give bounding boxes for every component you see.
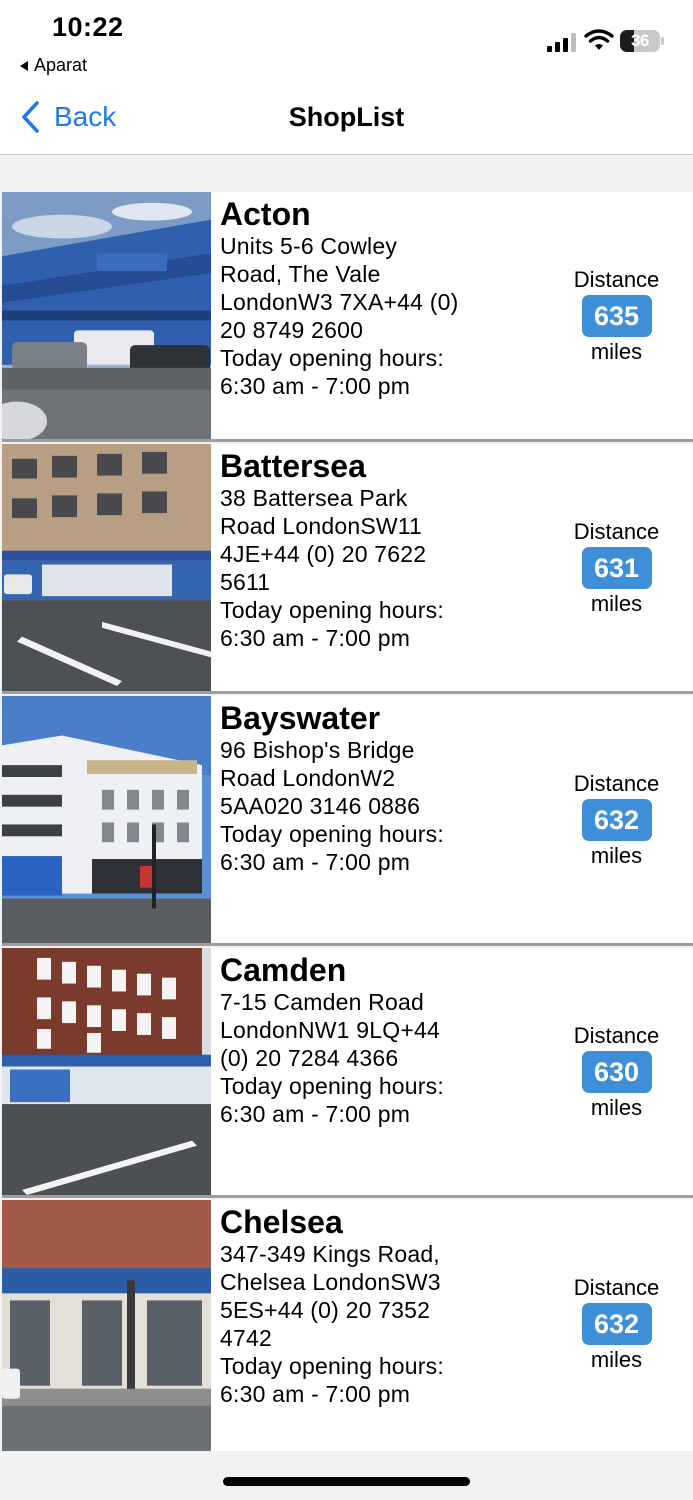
shop-address: Units 5-6 Cowley Road, The Vale LondonW3… bbox=[220, 233, 459, 343]
miles-label: miles bbox=[590, 843, 643, 868]
opening-hours-label: Today opening hours: bbox=[220, 821, 444, 847]
opening-hours-label: Today opening hours: bbox=[220, 1073, 444, 1099]
miles-label: miles bbox=[590, 339, 643, 364]
distance-badge: 630 bbox=[581, 1051, 652, 1093]
battery-icon: 36 bbox=[620, 30, 660, 52]
clock: 10:22 bbox=[52, 12, 124, 42]
distance-label: Distance bbox=[573, 267, 660, 292]
shop-photo bbox=[2, 948, 211, 1195]
shop-info: Chelsea 347-349 Kings Road, Chelsea Lond… bbox=[220, 1204, 560, 1408]
shop-address: 96 Bishop's Bridge Road LondonW2 5AA020 … bbox=[220, 737, 421, 819]
opening-hours: 6:30 am - 7:00 pm bbox=[220, 1101, 411, 1127]
distance-label: Distance bbox=[573, 519, 660, 544]
page-title: ShopList bbox=[288, 102, 405, 132]
shop-list: Acton Units 5-6 Cowley Road, The Vale Lo… bbox=[2, 192, 693, 1453]
shop-row-camden[interactable]: Camden 7-15 Camden Road LondonNW1 9LQ+44… bbox=[2, 948, 693, 1198]
distance-block: Distance 632 miles bbox=[564, 771, 669, 871]
shop-address: 347-349 Kings Road, Chelsea LondonSW3 5E… bbox=[220, 1241, 441, 1351]
distance-badge: 632 bbox=[581, 799, 652, 841]
shop-row-chelsea[interactable]: Chelsea 347-349 Kings Road, Chelsea Lond… bbox=[2, 1200, 693, 1451]
shop-info: Battersea 38 Battersea Park Road LondonS… bbox=[220, 448, 560, 652]
shop-name: Chelsea bbox=[220, 1204, 343, 1240]
opening-hours-label: Today opening hours: bbox=[220, 345, 444, 371]
shop-info: Camden 7-15 Camden Road LondonNW1 9LQ+44… bbox=[220, 952, 560, 1128]
distance-block: Distance 632 miles bbox=[564, 1275, 669, 1375]
distance-label: Distance bbox=[573, 1275, 660, 1300]
shop-info: Acton Units 5-6 Cowley Road, The Vale Lo… bbox=[220, 196, 560, 400]
distance-label: Distance bbox=[573, 771, 660, 796]
distance-badge: 632 bbox=[581, 1303, 652, 1345]
distance-badge: 631 bbox=[581, 547, 652, 589]
shop-row-acton[interactable]: Acton Units 5-6 Cowley Road, The Vale Lo… bbox=[2, 192, 693, 442]
shop-photo bbox=[2, 192, 211, 439]
shop-photo bbox=[2, 1200, 211, 1451]
return-to-app-link[interactable]: Aparat bbox=[20, 55, 87, 76]
shop-info: Bayswater 96 Bishop's Bridge Road London… bbox=[220, 700, 560, 876]
opening-hours: 6:30 am - 7:00 pm bbox=[220, 849, 411, 875]
shop-name: Bayswater bbox=[220, 700, 381, 736]
miles-label: miles bbox=[590, 1095, 643, 1120]
shop-photo bbox=[2, 696, 211, 943]
distance-block: Distance 631 miles bbox=[564, 519, 669, 619]
shop-name: Camden bbox=[220, 952, 347, 988]
shop-photo bbox=[2, 444, 211, 691]
opening-hours: 6:30 am - 7:00 pm bbox=[220, 373, 411, 399]
shop-name: Battersea bbox=[220, 448, 366, 484]
shop-name: Acton bbox=[220, 196, 311, 232]
status-bar: 10:22 Aparat 36 bbox=[0, 0, 693, 86]
distance-label: Distance bbox=[573, 1023, 660, 1048]
return-app-label: Aparat bbox=[34, 55, 88, 75]
battery-tip bbox=[661, 37, 664, 45]
distance-block: Distance 630 miles bbox=[564, 1023, 669, 1123]
opening-hours-label: Today opening hours: bbox=[220, 597, 444, 623]
distance-badge: 635 bbox=[581, 295, 652, 337]
shop-address: 38 Battersea Park Road LondonSW11 4JE+44… bbox=[220, 485, 427, 595]
opening-hours: 6:30 am - 7:00 pm bbox=[220, 1381, 411, 1407]
home-indicator[interactable] bbox=[223, 1477, 470, 1486]
distance-block: Distance 635 miles bbox=[564, 267, 669, 367]
miles-label: miles bbox=[590, 1347, 643, 1372]
battery-percent: 36 bbox=[631, 31, 649, 50]
shop-row-battersea[interactable]: Battersea 38 Battersea Park Road LondonS… bbox=[2, 444, 693, 694]
wifi-icon bbox=[584, 29, 614, 50]
opening-hours: 6:30 am - 7:00 pm bbox=[220, 625, 411, 651]
back-triangle-icon bbox=[20, 60, 28, 71]
shop-row-bayswater[interactable]: Bayswater 96 Bishop's Bridge Road London… bbox=[2, 696, 693, 946]
cellular-signal-icon bbox=[547, 32, 577, 52]
shop-address: 7-15 Camden Road LondonNW1 9LQ+44 (0) 20… bbox=[220, 989, 440, 1071]
opening-hours-label: Today opening hours: bbox=[220, 1353, 444, 1379]
navigation-bar: Back ShopList bbox=[0, 86, 693, 155]
miles-label: miles bbox=[590, 591, 643, 616]
